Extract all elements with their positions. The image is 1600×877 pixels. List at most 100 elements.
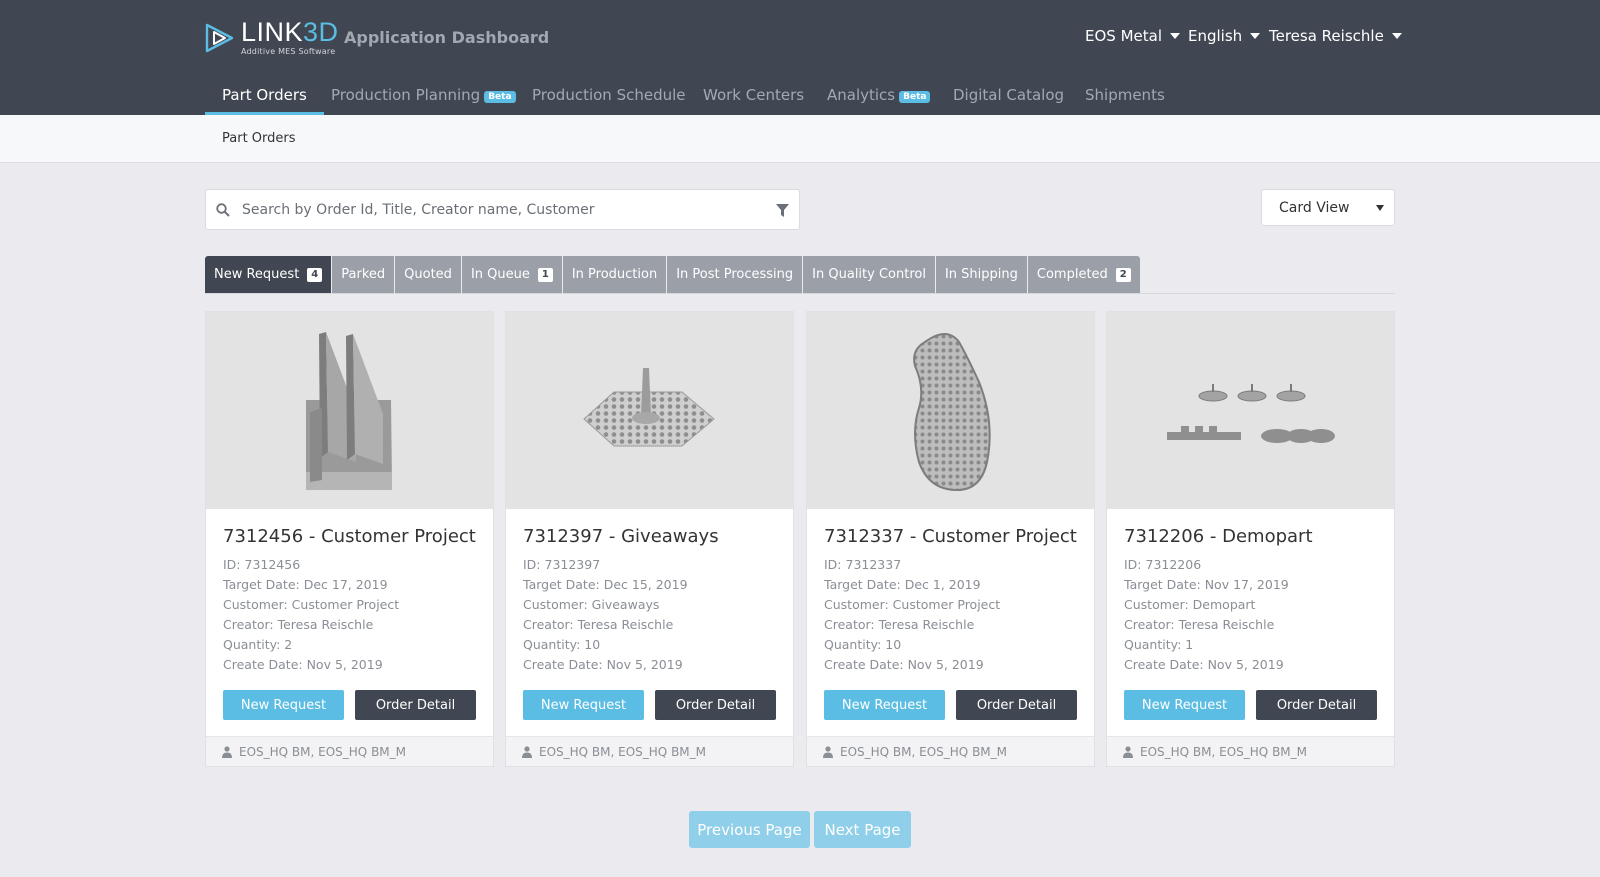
card-title[interactable]: 7312206 - Demopart <box>1124 526 1313 547</box>
create-date: Create Date: Nov 5, 2019 <box>1124 657 1284 672</box>
create-date: Create Date: Nov 5, 2019 <box>523 657 683 672</box>
machine-list: EOS_HQ BM, EOS_HQ BM_M <box>1140 745 1308 759</box>
part-preview-image[interactable] <box>506 312 793 509</box>
quantity: Quantity: 2 <box>223 637 293 652</box>
caret-down-icon <box>1250 33 1261 39</box>
order-detail-button[interactable]: Order Detail <box>1256 690 1377 720</box>
order-card: 7312397 - Giveaways ID: 7312397 Target D… <box>505 311 794 767</box>
user-name: Teresa Reischle <box>1269 27 1384 45</box>
card-footer: EOS_HQ BM, EOS_HQ BM_M <box>506 736 793 766</box>
order-detail-button[interactable]: Order Detail <box>956 690 1077 720</box>
breadcrumb[interactable]: Part Orders <box>222 131 296 146</box>
breadcrumb-bar: Part Orders <box>0 115 1600 163</box>
language-label: English <box>1188 27 1243 45</box>
card-details: ID: 7312337 Target Date: Dec 1, 2019 Cus… <box>824 555 1000 675</box>
create-date: Create Date: Nov 5, 2019 <box>223 657 383 672</box>
beta-badge: Beta <box>899 91 931 103</box>
app-title: Application Dashboard <box>344 28 550 47</box>
creator: Creator: Teresa Reischle <box>223 617 374 632</box>
nav-work-centers[interactable]: Work Centers <box>703 80 804 115</box>
new-request-button[interactable]: New Request <box>824 690 945 720</box>
card-details: ID: 7312397 Target Date: Dec 15, 2019 Cu… <box>523 555 688 675</box>
link3d-logo-icon <box>205 23 234 53</box>
card-title[interactable]: 7312397 - Giveaways <box>523 526 719 547</box>
card-footer: EOS_HQ BM, EOS_HQ BM_M <box>1107 736 1394 766</box>
nav-analytics[interactable]: Analytics Beta <box>827 80 931 115</box>
creator: Creator: Teresa Reischle <box>523 617 674 632</box>
order-detail-button[interactable]: Order Detail <box>355 690 476 720</box>
user-menu-dropdown[interactable]: Teresa Reischle <box>1269 27 1402 45</box>
tab-new-request[interactable]: New Request 4 <box>205 256 332 293</box>
new-request-button[interactable]: New Request <box>523 690 644 720</box>
tab-in-production[interactable]: In Production <box>562 256 667 293</box>
machine-list: EOS_HQ BM, EOS_HQ BM_M <box>840 745 1008 759</box>
caret-down-icon <box>1391 33 1402 39</box>
order-id: ID: 7312456 <box>223 557 301 572</box>
brand-logo[interactable]: LINK3D Additive MES Software <box>204 18 339 57</box>
tab-in-quality-control[interactable]: In Quality Control <box>803 256 935 293</box>
order-id: ID: 7312206 <box>1124 557 1202 572</box>
tab-count-badge: 2 <box>1115 267 1131 282</box>
workspace-label: EOS Metal <box>1085 27 1162 45</box>
user-icon <box>222 746 232 758</box>
card-footer: EOS_HQ BM, EOS_HQ BM_M <box>206 736 493 766</box>
logo-subtitle: Additive MES Software <box>241 47 336 56</box>
status-tabs: New Request 4 Parked Quoted In Queue 1 In … <box>205 256 1140 293</box>
language-dropdown[interactable]: English <box>1188 27 1261 45</box>
card-title[interactable]: 7312337 - Customer Project <box>824 526 1077 547</box>
part-preview-image[interactable] <box>1107 312 1394 509</box>
nav-shipments[interactable]: Shipments <box>1085 80 1165 115</box>
quantity: Quantity: 10 <box>523 637 601 652</box>
customer: Customer: Giveaways <box>523 597 660 612</box>
part-preview-image[interactable] <box>206 312 493 509</box>
new-request-button[interactable]: New Request <box>223 690 344 720</box>
search-box <box>205 189 800 230</box>
previous-page-button[interactable]: Previous Page <box>689 811 810 848</box>
creator: Creator: Teresa Reischle <box>1124 617 1275 632</box>
target-date: Target Date: Dec 17, 2019 <box>223 577 388 592</box>
create-date: Create Date: Nov 5, 2019 <box>824 657 984 672</box>
tab-in-shipping[interactable]: In Shipping <box>935 256 1027 293</box>
view-mode-select[interactable]: Card View <box>1261 189 1395 226</box>
part-render-demoparts <box>1167 384 1335 443</box>
target-date: Target Date: Dec 1, 2019 <box>824 577 981 592</box>
part-render-lattice <box>583 368 715 447</box>
nav-production-planning[interactable]: Production Planning Beta <box>331 80 516 115</box>
nav-production-schedule[interactable]: Production Schedule <box>532 80 686 115</box>
tab-in-queue[interactable]: In Queue 1 <box>461 256 562 293</box>
tab-quoted[interactable]: Quoted <box>395 256 461 293</box>
tab-count-badge: 4 <box>307 267 323 282</box>
target-date: Target Date: Dec 15, 2019 <box>523 577 688 592</box>
card-footer: EOS_HQ BM, EOS_HQ BM_M <box>807 736 1094 766</box>
view-mode-value: Card View <box>1279 200 1350 216</box>
machine-list: EOS_HQ BM, EOS_HQ BM_M <box>239 745 407 759</box>
dropdown-arrow-icon <box>1376 205 1384 211</box>
quantity: Quantity: 1 <box>1124 637 1194 652</box>
creator: Creator: Teresa Reischle <box>824 617 975 632</box>
top-header: LINK3D Additive MES Software Application… <box>0 0 1600 115</box>
nav-part-orders[interactable]: Part Orders <box>205 80 324 115</box>
beta-badge: Beta <box>484 91 516 103</box>
filter-icon[interactable] <box>776 204 789 217</box>
logo-wordmark: LINK3D <box>241 17 339 47</box>
quantity: Quantity: 10 <box>824 637 902 652</box>
nav-digital-catalog[interactable]: Digital Catalog <box>953 80 1064 115</box>
order-id: ID: 7312337 <box>824 557 902 572</box>
next-page-button[interactable]: Next Page <box>814 811 911 848</box>
order-id: ID: 7312397 <box>523 557 601 572</box>
customer: Customer: Customer Project <box>223 597 400 612</box>
search-icon <box>216 203 230 217</box>
tab-in-post-processing[interactable]: In Post Processing <box>667 256 803 293</box>
order-detail-button[interactable]: Order Detail <box>655 690 776 720</box>
search-input[interactable] <box>236 190 756 229</box>
card-details: ID: 7312456 Target Date: Dec 17, 2019 Cu… <box>223 555 399 675</box>
user-icon <box>823 746 833 758</box>
target-date: Target Date: Nov 17, 2019 <box>1124 577 1289 592</box>
workspace-dropdown[interactable]: EOS Metal <box>1085 27 1180 45</box>
tab-completed[interactable]: Completed 2 <box>1027 256 1140 293</box>
tab-parked[interactable]: Parked <box>332 256 395 293</box>
new-request-button[interactable]: New Request <box>1124 690 1245 720</box>
machine-list: EOS_HQ BM, EOS_HQ BM_M <box>539 745 707 759</box>
card-title[interactable]: 7312456 - Customer Project <box>223 526 476 547</box>
part-preview-image[interactable] <box>807 312 1094 509</box>
